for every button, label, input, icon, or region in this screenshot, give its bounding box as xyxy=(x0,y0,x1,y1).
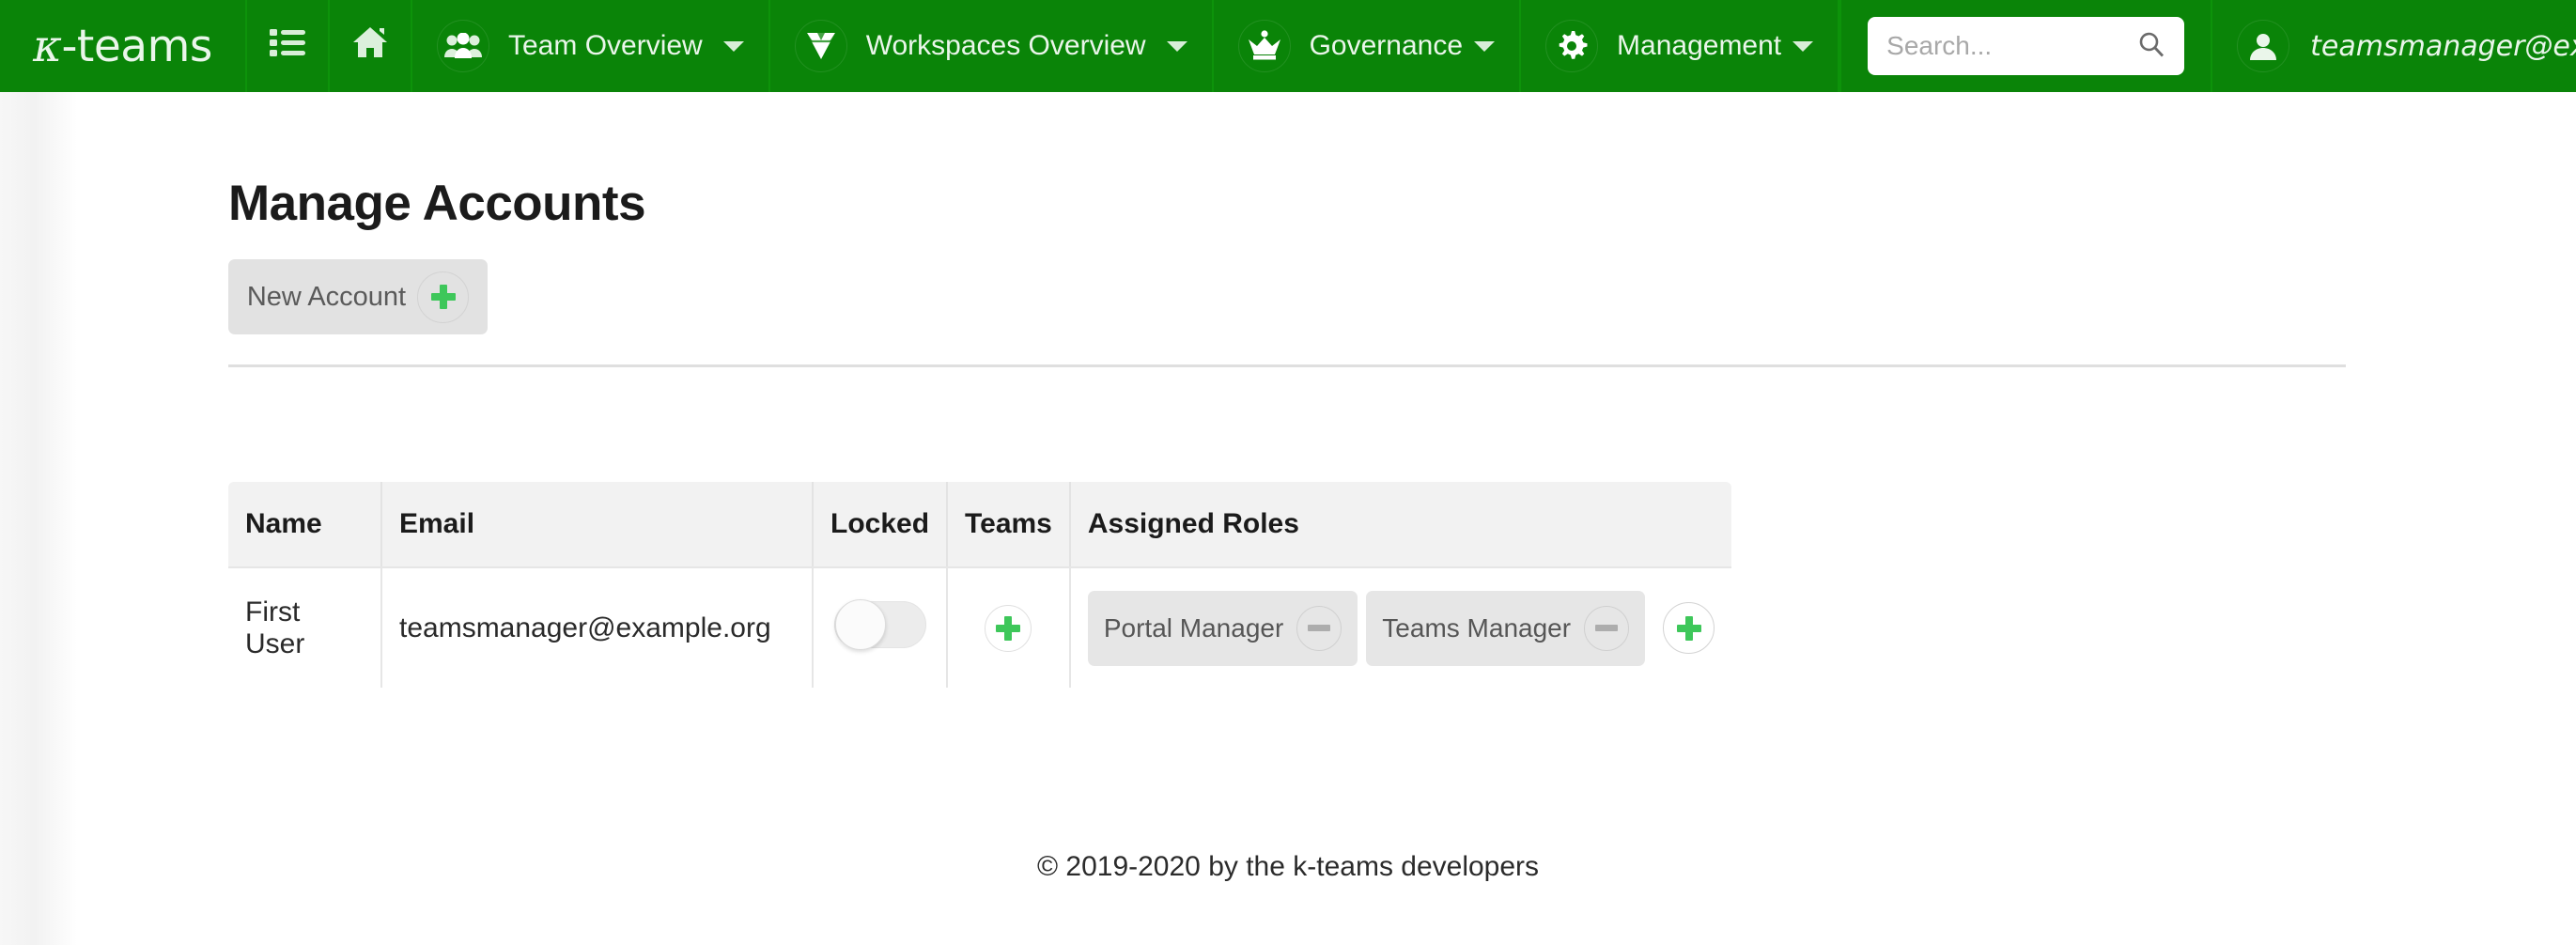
user-icon xyxy=(2237,20,2290,72)
accounts-table: Name Email Locked Teams Assigned Roles F… xyxy=(228,482,1732,688)
brand-logo[interactable]: κ-teams xyxy=(0,0,247,92)
top-navbar: κ-teams Team Overview Workspaces Overvie… xyxy=(0,0,2576,92)
brand-kappa: κ xyxy=(33,20,62,72)
navbar-user-email: teamsmanager@example.org xyxy=(2310,29,2576,63)
nav-sidebar-toggle[interactable] xyxy=(247,0,330,92)
nav-item-workspaces-overview[interactable]: Workspaces Overview xyxy=(770,0,1214,92)
add-team-button[interactable] xyxy=(985,604,1032,652)
gear-icon xyxy=(1545,20,1599,72)
remove-role-button[interactable] xyxy=(1296,605,1342,651)
nav-item-label: Team Overview xyxy=(508,30,703,61)
cell-email: teamsmanager@example.org xyxy=(381,567,814,688)
new-account-button-label: New Account xyxy=(246,281,407,312)
chevron-down-icon[interactable] xyxy=(722,40,744,52)
accounts-table-body: First User teamsmanager@example.org Port… xyxy=(228,567,1732,688)
brand-suffix: -teams xyxy=(61,20,212,72)
assigned-roles-list: Portal Manager Teams Manager xyxy=(1087,590,1715,666)
nav-item-team-overview[interactable]: Team Overview xyxy=(412,0,770,92)
chevron-down-icon[interactable] xyxy=(1792,40,1814,52)
footer-copyright: © 2019-2020 by the k-teams developers xyxy=(1036,851,1540,882)
nav-item-management[interactable]: Management xyxy=(1521,0,1840,92)
role-chip-label: Teams Manager xyxy=(1382,612,1572,643)
home-icon xyxy=(351,25,389,67)
nav-home[interactable] xyxy=(330,0,412,92)
page-title: Manage Accounts xyxy=(228,176,646,231)
cell-name: First User xyxy=(228,567,382,688)
search-icon[interactable] xyxy=(2137,30,2165,63)
navbar-search-cell xyxy=(1841,0,2213,92)
section-divider xyxy=(228,364,2346,367)
chevron-down-icon[interactable] xyxy=(1474,40,1496,52)
plus-icon[interactable] xyxy=(417,271,470,323)
page-content: Manage Accounts New Account Name Email L… xyxy=(0,92,2576,945)
locked-toggle-knob xyxy=(834,598,886,650)
minus-icon xyxy=(1308,625,1331,631)
users-icon xyxy=(437,20,489,72)
cell-locked xyxy=(813,567,949,688)
page-footer: © 2019-2020 by the k-teams developers xyxy=(0,851,2576,883)
cell-assigned-roles: Portal Manager Teams Manager xyxy=(1069,567,1732,688)
list-icon xyxy=(270,27,305,65)
nav-item-label: Management xyxy=(1617,30,1782,61)
table-row: First User teamsmanager@example.org Port… xyxy=(228,567,1732,688)
accounts-table-head: Name Email Locked Teams Assigned Roles xyxy=(228,482,1732,568)
crown-icon xyxy=(1237,20,1291,72)
nav-item-governance[interactable]: Governance xyxy=(1214,0,1522,92)
nav-item-label: Governance xyxy=(1309,30,1464,61)
column-header-locked[interactable]: Locked xyxy=(813,482,949,568)
locked-toggle[interactable] xyxy=(833,598,926,650)
new-account-button[interactable]: New Account xyxy=(228,259,488,334)
chevron-down-icon[interactable] xyxy=(1166,40,1187,52)
gem-icon xyxy=(794,20,847,72)
accounts-table-header-row: Name Email Locked Teams Assigned Roles xyxy=(228,482,1732,568)
navbar-user-menu[interactable]: teamsmanager@example.org xyxy=(2212,0,2576,92)
role-chip: Portal Manager xyxy=(1087,590,1358,666)
nav-item-label: Workspaces Overview xyxy=(865,30,1146,61)
remove-role-button[interactable] xyxy=(1584,605,1630,651)
role-chip: Teams Manager xyxy=(1366,590,1646,666)
role-chip-label: Portal Manager xyxy=(1103,612,1284,643)
brand-logo-text: κ-teams xyxy=(33,21,212,72)
search-input[interactable] xyxy=(1886,31,2138,61)
minus-icon xyxy=(1595,625,1619,631)
column-header-assigned-roles[interactable]: Assigned Roles xyxy=(1069,482,1732,568)
cell-teams xyxy=(947,567,1071,688)
column-header-name[interactable]: Name xyxy=(228,482,382,568)
search-box[interactable] xyxy=(1868,17,2185,75)
column-header-teams[interactable]: Teams xyxy=(947,482,1071,568)
column-header-email[interactable]: Email xyxy=(381,482,814,568)
add-role-button[interactable] xyxy=(1663,602,1715,654)
